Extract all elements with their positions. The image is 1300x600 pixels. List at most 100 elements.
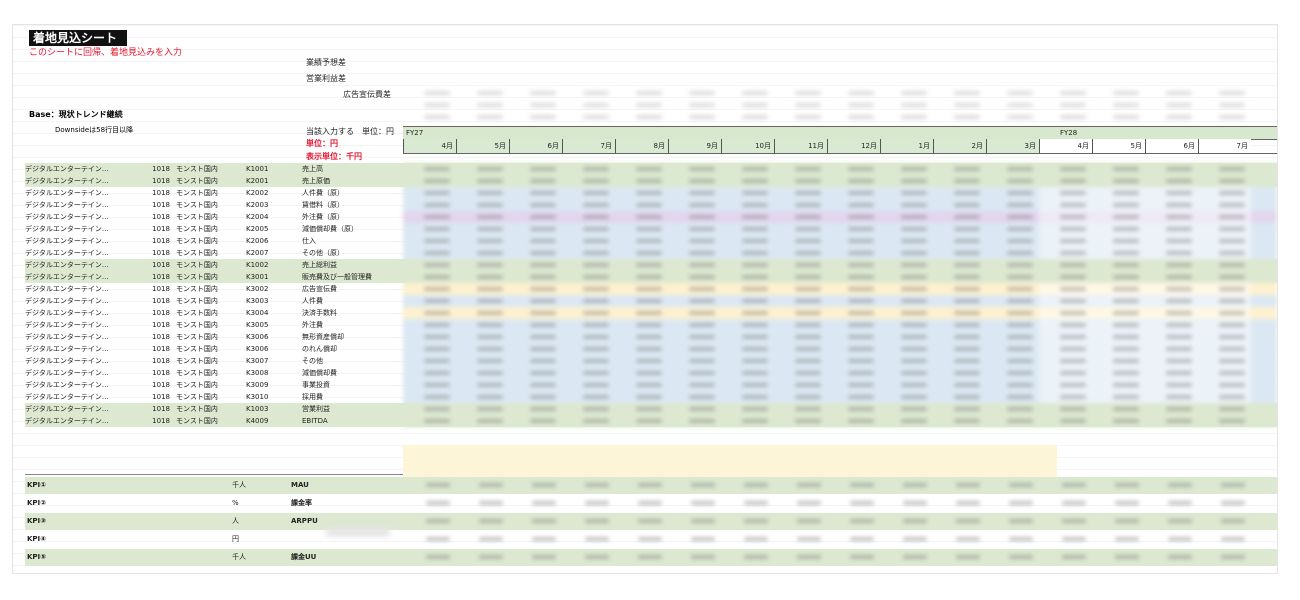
- segment-cell[interactable]: モンスト国内: [176, 367, 246, 379]
- segment-cell[interactable]: モンスト国内: [176, 295, 246, 307]
- segment-cell[interactable]: モンスト国内: [176, 415, 246, 427]
- account-code-cell[interactable]: K3004: [246, 307, 302, 319]
- segment-cell[interactable]: モンスト国内: [176, 331, 246, 343]
- kpi-name[interactable]: 課金率: [291, 495, 403, 512]
- kpi-unit[interactable]: 人: [232, 513, 291, 530]
- company-cell[interactable]: デジタルエンターテイン...: [25, 379, 142, 391]
- segment-cell[interactable]: モンスト国内: [176, 403, 246, 415]
- company-cell[interactable]: デジタルエンターテイン...: [25, 415, 142, 427]
- month-header[interactable]: 2月: [933, 139, 986, 153]
- kpi-row[interactable]: KPI① 千人 MAU: [25, 477, 1277, 494]
- account-code-cell[interactable]: K2007: [246, 247, 302, 259]
- code-cell[interactable]: 1018: [142, 235, 176, 247]
- segment-cell[interactable]: モンスト国内: [176, 379, 246, 391]
- code-cell[interactable]: 1018: [142, 403, 176, 415]
- code-cell[interactable]: 1018: [142, 187, 176, 199]
- code-cell[interactable]: 1018: [142, 307, 176, 319]
- segment-cell[interactable]: モンスト国内: [176, 271, 246, 283]
- account-code-cell[interactable]: K2003: [246, 199, 302, 211]
- code-cell[interactable]: 1018: [142, 415, 176, 427]
- account-code-cell[interactable]: K2004: [246, 211, 302, 223]
- account-code-cell[interactable]: K1001: [246, 163, 302, 175]
- month-header[interactable]: 10月: [721, 139, 774, 153]
- company-cell[interactable]: デジタルエンターテイン...: [25, 307, 142, 319]
- code-cell[interactable]: 1018: [142, 319, 176, 331]
- month-header[interactable]: 7月: [562, 139, 615, 153]
- code-cell[interactable]: 1018: [142, 211, 176, 223]
- month-header[interactable]: 8月: [615, 139, 668, 153]
- code-cell[interactable]: 1018: [142, 271, 176, 283]
- account-code-cell[interactable]: K2002: [246, 187, 302, 199]
- segment-cell[interactable]: モンスト国内: [176, 187, 246, 199]
- segment-cell[interactable]: モンスト国内: [176, 175, 246, 187]
- account-code-cell[interactable]: K4009: [246, 415, 302, 427]
- company-cell[interactable]: デジタルエンターテイン...: [25, 187, 142, 199]
- code-cell[interactable]: 1018: [142, 223, 176, 235]
- account-code-cell[interactable]: K2006: [246, 235, 302, 247]
- month-header[interactable]: 11月: [774, 139, 827, 153]
- company-cell[interactable]: デジタルエンターテイン...: [25, 355, 142, 367]
- segment-cell[interactable]: モンスト国内: [176, 391, 246, 403]
- month-header[interactable]: 4月: [1039, 139, 1092, 153]
- account-code-cell[interactable]: K1003: [246, 403, 302, 415]
- code-cell[interactable]: 1018: [142, 247, 176, 259]
- kpi-row[interactable]: KPI④ 円: [25, 531, 1277, 548]
- segment-cell[interactable]: モンスト国内: [176, 343, 246, 355]
- kpi-unit[interactable]: 円: [232, 531, 291, 548]
- company-cell[interactable]: デジタルエンターテイン...: [25, 319, 142, 331]
- code-cell[interactable]: 1018: [142, 355, 176, 367]
- segment-cell[interactable]: モンスト国内: [176, 259, 246, 271]
- kpi-row[interactable]: KPI②% 課金率: [25, 495, 1277, 512]
- code-cell[interactable]: 1018: [142, 343, 176, 355]
- company-cell[interactable]: デジタルエンターテイン...: [25, 367, 142, 379]
- month-header[interactable]: 3月: [986, 139, 1039, 153]
- company-cell[interactable]: デジタルエンターテイン...: [25, 283, 142, 295]
- month-header[interactable]: 5月: [1092, 139, 1145, 153]
- account-code-cell[interactable]: K3008: [246, 367, 302, 379]
- month-header[interactable]: 6月: [509, 139, 562, 153]
- account-code-cell[interactable]: K3006: [246, 343, 302, 355]
- segment-cell[interactable]: モンスト国内: [176, 211, 246, 223]
- month-header[interactable]: 12月: [827, 139, 880, 153]
- code-cell[interactable]: 1018: [142, 367, 176, 379]
- company-cell[interactable]: デジタルエンターテイン...: [25, 343, 142, 355]
- company-cell[interactable]: デジタルエンターテイン...: [25, 403, 142, 415]
- code-cell[interactable]: 1018: [142, 283, 176, 295]
- company-cell[interactable]: デジタルエンターテイン...: [25, 175, 142, 187]
- month-header[interactable]: 4月: [403, 139, 456, 153]
- account-code-cell[interactable]: K3010: [246, 391, 302, 403]
- account-code-cell[interactable]: K3001: [246, 271, 302, 283]
- company-cell[interactable]: デジタルエンターテイン...: [25, 235, 142, 247]
- code-cell[interactable]: 1018: [142, 199, 176, 211]
- company-cell[interactable]: デジタルエンターテイン...: [25, 199, 142, 211]
- company-cell[interactable]: デジタルエンターテイン...: [25, 247, 142, 259]
- segment-cell[interactable]: モンスト国内: [176, 283, 246, 295]
- month-header[interactable]: 7月: [1198, 139, 1251, 153]
- company-cell[interactable]: デジタルエンターテイン...: [25, 223, 142, 235]
- code-cell[interactable]: 1018: [142, 163, 176, 175]
- code-cell[interactable]: 1018: [142, 391, 176, 403]
- company-cell[interactable]: デジタルエンターテイン...: [25, 391, 142, 403]
- account-code-cell[interactable]: K3003: [246, 295, 302, 307]
- kpi-name[interactable]: 課金UU: [291, 549, 403, 566]
- account-code-cell[interactable]: K2001: [246, 175, 302, 187]
- month-header[interactable]: 6月: [1145, 139, 1198, 153]
- kpi-label[interactable]: KPI③: [25, 513, 232, 530]
- segment-cell[interactable]: モンスト国内: [176, 223, 246, 235]
- account-code-cell[interactable]: K1002: [246, 259, 302, 271]
- kpi-label[interactable]: KPI⑤: [25, 549, 232, 566]
- account-code-cell[interactable]: K3005: [246, 319, 302, 331]
- company-cell[interactable]: デジタルエンターテイン...: [25, 331, 142, 343]
- company-cell[interactable]: デジタルエンターテイン...: [25, 259, 142, 271]
- code-cell[interactable]: 1018: [142, 259, 176, 271]
- company-cell[interactable]: デジタルエンターテイン...: [25, 163, 142, 175]
- kpi-label[interactable]: KPI④: [25, 531, 232, 548]
- company-cell[interactable]: デジタルエンターテイン...: [25, 211, 142, 223]
- month-header[interactable]: 5月: [456, 139, 509, 153]
- company-cell[interactable]: デジタルエンターテイン...: [25, 295, 142, 307]
- code-cell[interactable]: 1018: [142, 295, 176, 307]
- account-code-cell[interactable]: K3009: [246, 379, 302, 391]
- segment-cell[interactable]: モンスト国内: [176, 307, 246, 319]
- segment-cell[interactable]: モンスト国内: [176, 355, 246, 367]
- month-header[interactable]: 9月: [668, 139, 721, 153]
